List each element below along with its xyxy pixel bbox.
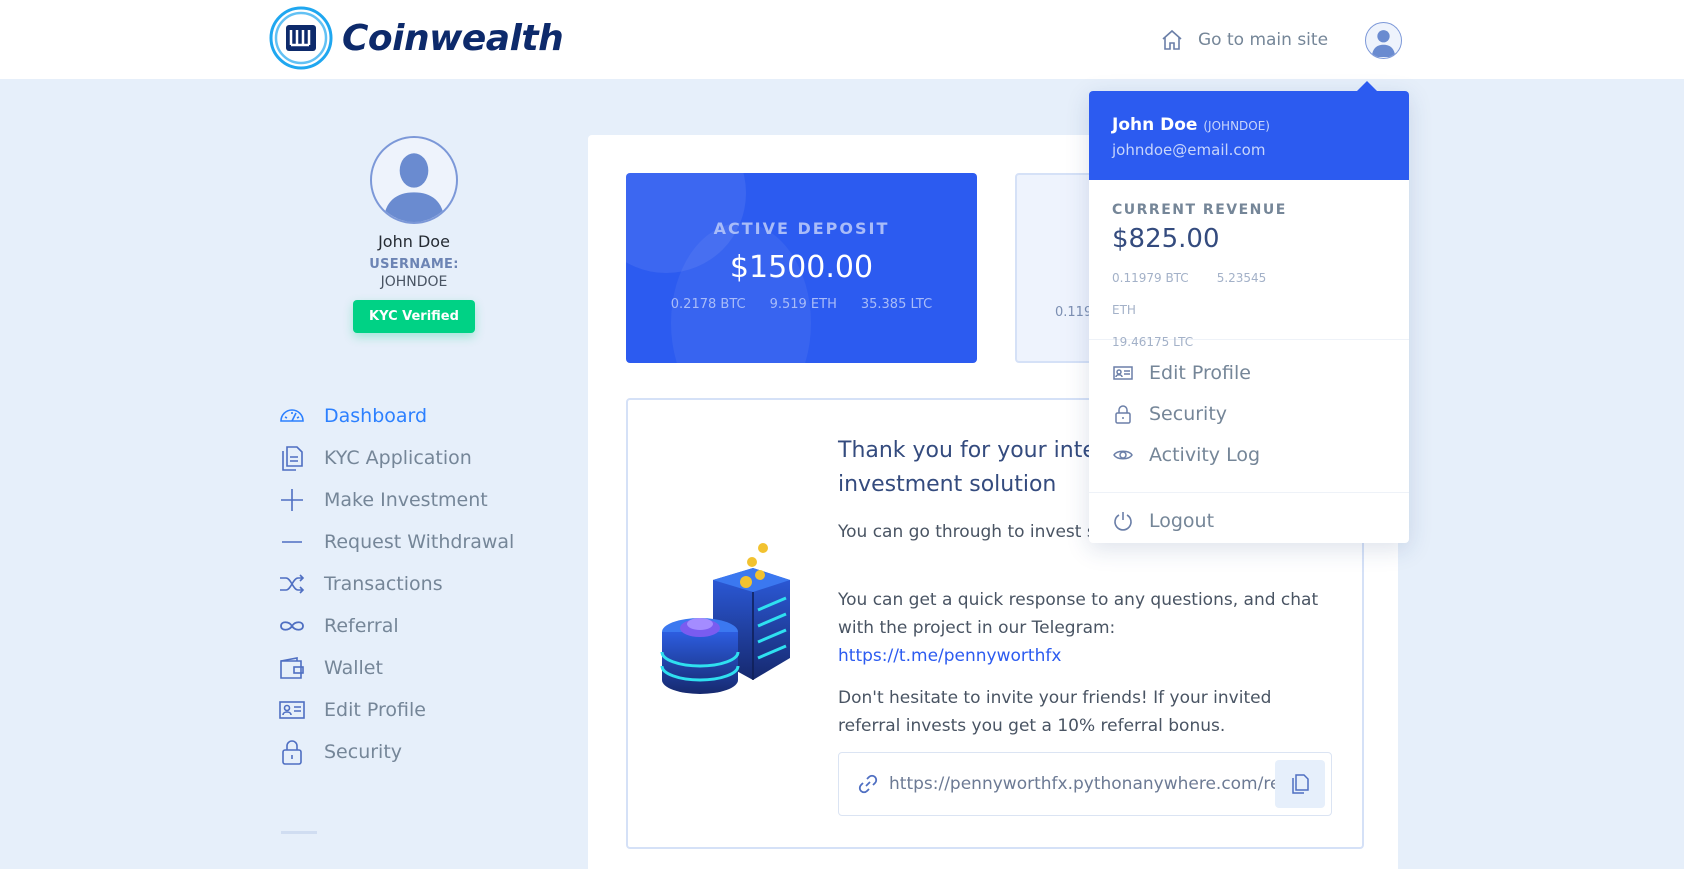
referral-link-box: https://pennyworthfx.pythonanywhere.com/… — [838, 752, 1332, 816]
lock-icon — [1115, 404, 1131, 424]
id-card-icon — [279, 701, 305, 719]
infinity-icon — [280, 621, 304, 631]
dropdown-item-edit-profile[interactable]: Edit Profile — [1089, 352, 1409, 393]
sidebar-item-security[interactable]: Security — [278, 731, 514, 773]
dropdown-caret — [1357, 81, 1377, 91]
dropdown-item-security[interactable]: Security — [1089, 393, 1409, 434]
kyc-verified-badge: KYC Verified — [353, 300, 475, 333]
copy-icon — [1292, 774, 1309, 794]
crypto-servers-illustration — [660, 543, 790, 694]
dropdown-username: (JOHNDOE) — [1203, 119, 1270, 133]
dropdown-item-label: Security — [1149, 402, 1228, 425]
telegram-text: You can get a quick response to any ques… — [838, 590, 1319, 638]
username-value: JOHNDOE — [380, 274, 448, 290]
deposit-btc-value: 0.2178 BTC — [670, 297, 746, 312]
dropdown-email: johndoe@email.com — [1112, 141, 1266, 159]
dropdown-user-name: John Doe (JOHNDOE) — [1112, 115, 1386, 135]
profile-avatar — [370, 136, 458, 224]
active-deposit-crypto-values: 0.2178 BTC 9.519 ETH 35.385 LTC — [626, 297, 977, 312]
dropdown-item-activity-log[interactable]: Activity Log — [1089, 434, 1409, 475]
dropdown-logout-section: Logout — [1089, 493, 1409, 541]
user-dropdown-menu: John Doe (JOHNDOE) johndoe@email.com CUR… — [1089, 81, 1409, 543]
user-avatar-icon — [383, 153, 445, 222]
dropdown-name: John Doe — [1112, 115, 1198, 135]
current-revenue-amount: $825.00 — [1112, 224, 1220, 254]
lock-icon — [282, 740, 302, 765]
top-bar: Coinwealth Go to main site — [0, 0, 1684, 79]
sidebar-item-dashboard[interactable]: Dashboard — [278, 395, 514, 437]
deposit-eth-value: 9.519 ETH — [769, 297, 837, 312]
dropdown-header: John Doe (JOHNDOE) johndoe@email.com — [1089, 91, 1409, 180]
sidebar-item-label: Security — [324, 741, 403, 763]
coinwealth-logo-icon — [269, 6, 333, 70]
eye-icon — [1113, 450, 1133, 459]
current-revenue-label: CURRENT REVENUE — [1112, 202, 1287, 218]
go-to-main-site-link[interactable]: Go to main site — [1160, 28, 1328, 52]
sidebar-item-label: Referral — [324, 615, 399, 637]
brand-name: Coinwealth — [342, 17, 564, 59]
welcome-telegram-text: You can get a quick response to any ques… — [838, 586, 1328, 670]
sidebar-item-label: Transactions — [324, 573, 443, 595]
sidebar-item-transactions[interactable]: Transactions — [278, 563, 514, 605]
active-deposit-card: ACTIVE DEPOSIT $1500.00 0.2178 BTC 9.519… — [626, 173, 977, 363]
sidebar-item-label: Dashboard — [324, 405, 428, 427]
active-deposit-amount: $1500.00 — [729, 250, 874, 285]
documents-icon — [282, 446, 303, 471]
sidebar-item-make-investment[interactable]: Make Investment — [278, 479, 514, 521]
sidebar-divider — [281, 831, 317, 834]
revenue-btc-value: 0.11979 BTC — [1112, 271, 1189, 285]
user-avatar-button[interactable] — [1365, 22, 1402, 59]
username-label: USERNAME: — [369, 257, 459, 272]
plus-icon — [281, 489, 303, 511]
sidebar-item-label: Request Withdrawal — [324, 531, 515, 553]
home-icon — [1162, 29, 1182, 50]
logout-label: Logout — [1149, 509, 1215, 532]
telegram-link[interactable]: https://t.me/pennyworthfx — [838, 646, 1061, 666]
sidebar-item-edit-profile[interactable]: Edit Profile — [278, 689, 514, 731]
revenue-ltc-value: 19.46175 LTC — [1112, 335, 1194, 349]
brand-logo[interactable]: Coinwealth — [268, 6, 564, 70]
sidebar-item-label: Edit Profile — [324, 699, 426, 721]
power-icon — [1114, 511, 1132, 531]
go-to-main-site-label: Go to main site — [1198, 29, 1329, 50]
minus-icon — [282, 541, 302, 543]
current-revenue-section: CURRENT REVENUE $825.00 0.11979 BTC 5.235… — [1089, 180, 1409, 349]
profile-name: John Doe — [378, 232, 450, 251]
sidebar-item-wallet[interactable]: Wallet — [278, 647, 514, 689]
sidebar-item-label: KYC Application — [324, 447, 472, 469]
user-profile-card: John Doe USERNAME: JOHNDOE KYC Verified — [334, 136, 494, 333]
sidebar-menu: Dashboard KYC Application Make Investmen… — [278, 395, 514, 773]
dropdown-links: Edit Profile Security Activity Log — [1089, 340, 1409, 493]
logout-button[interactable]: Logout — [1089, 500, 1409, 541]
user-avatar-icon — [1371, 30, 1396, 58]
shuffle-icon — [280, 574, 305, 594]
dashboard-icon — [280, 409, 304, 422]
wallet-icon — [280, 657, 304, 679]
deposit-ltc-value: 35.385 LTC — [860, 297, 933, 312]
sidebar-item-kyc-application[interactable]: KYC Application — [278, 437, 514, 479]
sidebar-item-label: Make Investment — [324, 489, 488, 511]
referral-url[interactable]: https://pennyworthfx.pythonanywhere.com/… — [889, 774, 1279, 794]
welcome-referral-text: Don't hesitate to invite your friends! I… — [838, 688, 1272, 736]
sidebar-item-referral[interactable]: Referral — [278, 605, 514, 647]
sidebar-item-request-withdrawal[interactable]: Request Withdrawal — [278, 521, 514, 563]
dropdown-item-label: Edit Profile — [1149, 361, 1251, 384]
dropdown-item-label: Activity Log — [1149, 443, 1261, 466]
link-icon — [858, 774, 878, 794]
active-deposit-label: ACTIVE DEPOSIT — [713, 219, 890, 238]
copy-referral-button[interactable] — [1275, 760, 1325, 808]
top-nav: Go to main site — [1160, 0, 1404, 79]
id-card-icon — [1113, 365, 1133, 380]
sidebar-item-label: Wallet — [324, 657, 383, 679]
